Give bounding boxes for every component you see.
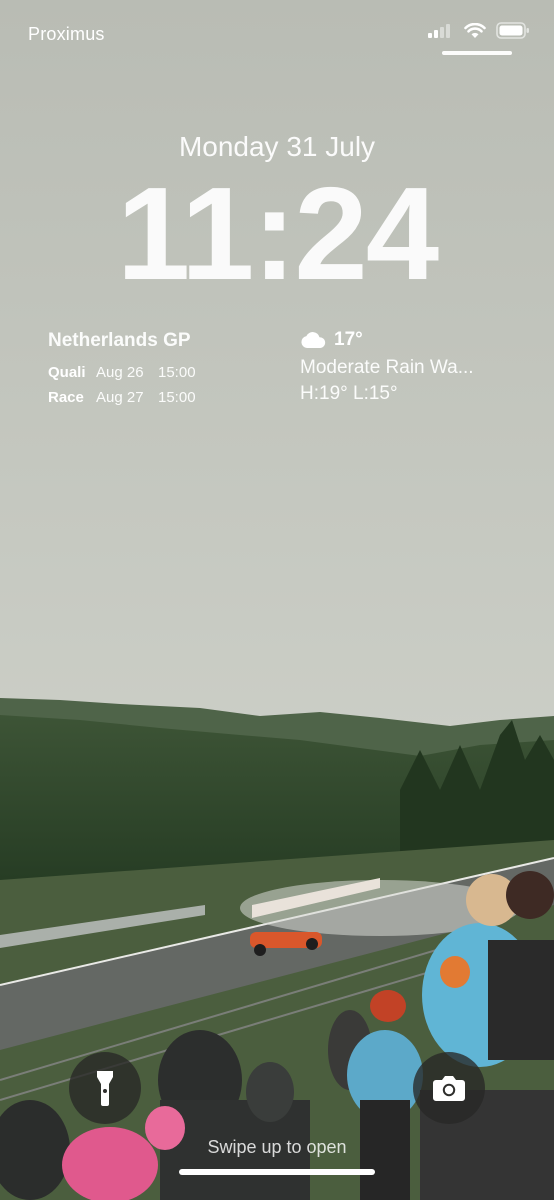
- weather-current: 17°: [300, 329, 540, 351]
- carrier-name: Proximus: [28, 24, 105, 44]
- camera-button[interactable]: [413, 1052, 485, 1124]
- gp-session-row: Quali Aug 26 15:00: [48, 364, 268, 381]
- weather-temperature: 17°: [334, 329, 363, 350]
- session-time: 15:00: [158, 389, 196, 406]
- lock-date: Monday 31 July: [178, 131, 376, 162]
- control-center-grabber[interactable]: [442, 51, 512, 55]
- weather-description: Moderate Rain Wa...: [300, 357, 474, 378]
- wifi-icon: [464, 22, 486, 38]
- gp-title: Netherlands GP: [48, 330, 191, 351]
- weather-widget[interactable]: 17° Moderate Rain Wa... H:19° L:15°: [300, 329, 540, 405]
- gp-schedule-widget[interactable]: Netherlands GP Quali Aug 26 15:00 Race A…: [48, 330, 268, 414]
- cellular-signal-icon: [428, 23, 450, 38]
- swipe-up-hint: Swipe up to open: [207, 1137, 347, 1157]
- gp-session-row: Race Aug 27 15:00: [48, 389, 268, 406]
- home-indicator[interactable]: [179, 1169, 375, 1175]
- flashlight-button[interactable]: [69, 1052, 141, 1124]
- status-bar: Proximus: [0, 0, 554, 64]
- session-date: Aug 27: [96, 389, 144, 406]
- session-label: Race: [48, 389, 84, 406]
- weather-high-low: H:19° L:15°: [300, 383, 398, 404]
- session-date: Aug 26: [96, 364, 144, 381]
- session-time: 15:00: [158, 364, 196, 381]
- camera-icon: [433, 1076, 465, 1101]
- battery-icon: [496, 22, 529, 39]
- status-icons: [428, 22, 530, 39]
- flashlight-icon: [97, 1071, 113, 1106]
- session-label: Quali: [48, 364, 86, 381]
- cloud-icon: [301, 332, 326, 348]
- lock-time: 11:24: [116, 160, 439, 307]
